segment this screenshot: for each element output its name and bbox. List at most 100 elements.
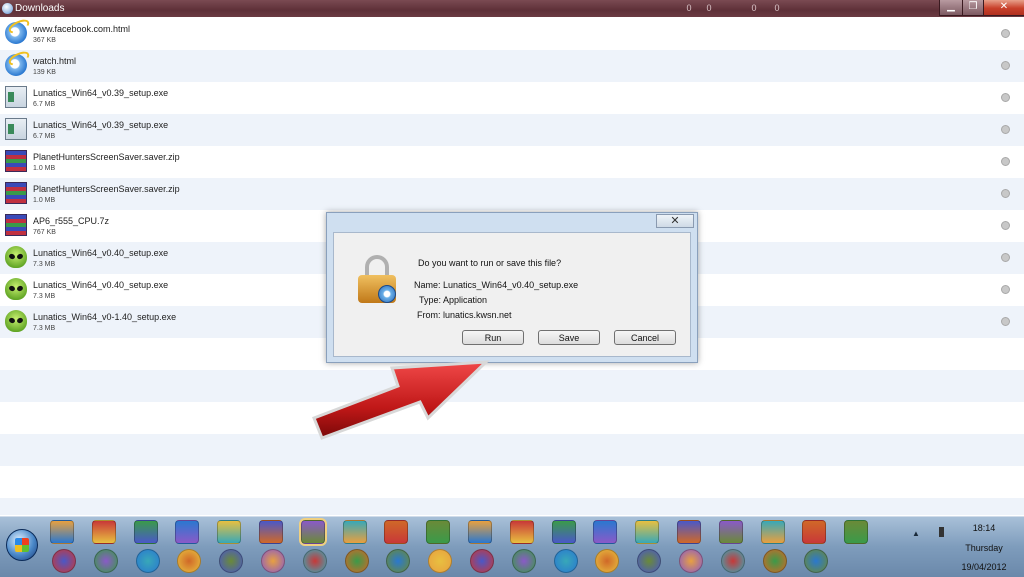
hp-icon[interactable]	[428, 549, 453, 573]
winrar-icon	[5, 150, 27, 172]
pen-tablet-icon[interactable]	[302, 549, 327, 573]
alien-icon	[5, 278, 27, 300]
start-button[interactable]	[6, 529, 38, 561]
help-icon[interactable]	[386, 549, 411, 573]
folder-icon[interactable]	[718, 520, 743, 544]
calc-icon[interactable]	[553, 549, 578, 573]
camera-app-icon[interactable]	[679, 549, 703, 573]
save-button[interactable]: Save	[538, 330, 600, 345]
window-titlebar: Downloads 0 0 0 0 ▁ ❐ ✕	[0, 0, 1024, 17]
b4-icon[interactable]	[468, 520, 492, 544]
titlebar-item: 0	[774, 3, 780, 13]
download-filename: watch.html	[33, 56, 77, 66]
figure-icon[interactable]	[426, 520, 451, 544]
dialog-body: Do you want to run or save this file? Na…	[333, 232, 691, 357]
winrar-icon	[5, 182, 27, 204]
from-value: lunatics.kwsn.net	[443, 310, 512, 320]
download-size: 6.7 MB	[33, 133, 56, 140]
safari-icon[interactable]	[298, 518, 327, 546]
search-tool-icon[interactable]	[804, 549, 829, 573]
gear-app-icon[interactable]	[470, 549, 494, 573]
maximize-button[interactable]: ❐	[962, 0, 984, 16]
download-row[interactable]: www.facebook.com.html 367 KB	[0, 18, 1024, 50]
itunes-icon[interactable]	[219, 549, 244, 573]
download-row[interactable]: Lunatics_Win64_v0.39_setup.exe 6.7 MB	[0, 82, 1024, 114]
cancel-button[interactable]: Cancel	[614, 330, 676, 345]
download-size: 367 KB	[33, 37, 56, 44]
taskbar: ▲ 18:14 Thursday 19/04/2012	[0, 516, 1024, 577]
app-box-icon[interactable]	[551, 520, 576, 544]
compass-app-icon[interactable]	[91, 520, 116, 544]
download-filename: PlanetHuntersScreenSaver.saver.zip	[33, 152, 180, 162]
download-row[interactable]: PlanetHuntersScreenSaver.saver.zip 1.0 MB	[0, 178, 1024, 210]
download-size: 767 KB	[33, 229, 56, 236]
show-in-folder-icon[interactable]	[1001, 285, 1010, 294]
ie-icon[interactable]	[259, 520, 283, 544]
download-row[interactable]: watch.html 139 KB	[0, 50, 1024, 82]
clock-app-icon[interactable]	[93, 549, 118, 573]
clock-day[interactable]: Thursday	[950, 543, 1018, 553]
red-arrow-annotation	[312, 360, 490, 440]
download-row[interactable]: Lunatics_Win64_v0.39_setup.exe 6.7 MB	[0, 114, 1024, 146]
type-value: Application	[443, 295, 488, 305]
download-row[interactable]: PlanetHuntersScreenSaver.saver.zip 1.0 MB	[0, 146, 1024, 178]
alien-icon	[5, 310, 27, 332]
chrome-icon[interactable]	[217, 520, 242, 544]
dialog-close-button[interactable]: ✕	[656, 214, 694, 228]
download-filename: Lunatics_Win64_v0.40_setup.exe	[33, 280, 169, 290]
grid-app-icon[interactable]	[52, 549, 76, 573]
show-in-folder-icon[interactable]	[1001, 157, 1010, 166]
power-app-icon[interactable]	[511, 549, 536, 573]
titlebar-item: 0	[706, 3, 712, 13]
pen-icon[interactable]	[844, 520, 869, 544]
security-lock-icon	[358, 255, 396, 303]
satellite-icon[interactable]	[384, 520, 409, 544]
show-in-folder-icon[interactable]	[1001, 29, 1010, 38]
download-filename: www.facebook.com.html	[33, 24, 131, 34]
reel-icon[interactable]	[762, 549, 787, 573]
download-filename: Lunatics_Win64_v0-1.40_setup.exe	[33, 312, 177, 322]
search-app-icon[interactable]	[344, 549, 369, 573]
ie-html-icon	[5, 54, 27, 76]
from-label: From:	[417, 310, 441, 320]
show-in-folder-icon[interactable]	[1001, 221, 1010, 230]
earth-icon[interactable]	[342, 520, 367, 544]
space-app-icon[interactable]	[595, 549, 620, 573]
close-button[interactable]: ✕	[983, 0, 1024, 16]
download-size: 6.7 MB	[33, 101, 56, 108]
network-signal-icon[interactable]	[932, 527, 944, 537]
name-label: Name:	[414, 280, 441, 290]
type-label: Type:	[419, 295, 442, 305]
download-size: 139 KB	[33, 69, 56, 76]
disc-app-icon[interactable]	[135, 549, 160, 573]
network-app-icon[interactable]	[261, 549, 285, 573]
bridge-icon[interactable]	[635, 520, 660, 544]
ie-icon[interactable]	[175, 520, 200, 544]
download-filename: AP6_r555_CPU.7z	[33, 216, 110, 226]
windows-orb-icon[interactable]	[133, 520, 158, 544]
clock-date[interactable]: 19/04/2012	[950, 562, 1018, 572]
show-in-folder-icon[interactable]	[1001, 253, 1010, 262]
download-filename: PlanetHuntersScreenSaver.saver.zip	[33, 184, 180, 194]
road-icon[interactable]	[509, 520, 534, 544]
jb-icon[interactable]	[177, 549, 202, 573]
show-in-folder-icon[interactable]	[1001, 125, 1010, 134]
people-icon[interactable]	[677, 520, 701, 544]
media-player-icon[interactable]	[50, 520, 74, 544]
nvidia-icon[interactable]	[720, 549, 745, 573]
firefox-icon[interactable]	[760, 520, 785, 544]
download-filename: Lunatics_Win64_v0.40_setup.exe	[33, 248, 169, 258]
tray-expand-icon[interactable]: ▲	[912, 529, 920, 538]
photoshop-icon[interactable]	[593, 520, 618, 544]
type-row: Type: Application	[419, 295, 487, 305]
picasa-icon[interactable]	[802, 520, 827, 544]
downloads-icon	[2, 3, 13, 14]
show-in-folder-icon[interactable]	[1001, 317, 1010, 326]
map-app-icon[interactable]	[637, 549, 662, 573]
show-in-folder-icon[interactable]	[1001, 189, 1010, 198]
minimize-button[interactable]: ▁	[939, 0, 963, 16]
show-in-folder-icon[interactable]	[1001, 93, 1010, 102]
clock-time[interactable]: 18:14	[950, 523, 1018, 533]
show-in-folder-icon[interactable]	[1001, 61, 1010, 70]
dialog-question: Do you want to run or save this file?	[418, 258, 562, 268]
